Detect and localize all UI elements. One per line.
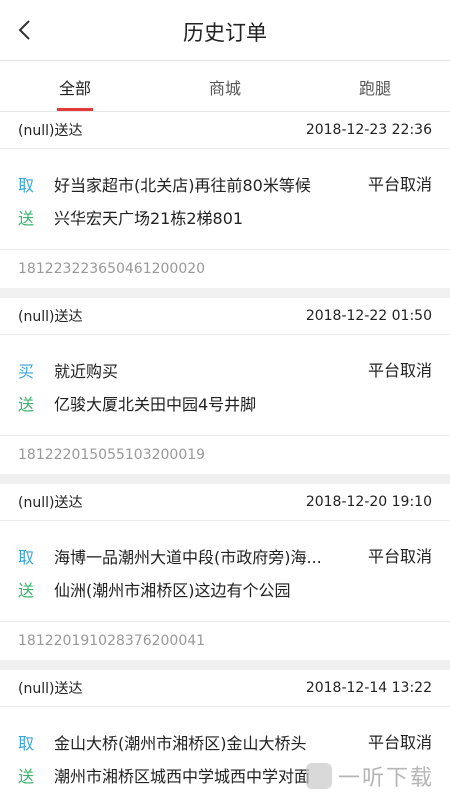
watermark: 一听下载 [305,760,434,792]
pickup-tag: 取 [18,175,35,195]
order-card[interactable]: (null)送达 2018-12-22 01:50 买 就近购买 送 亿骏大厦北… [0,298,450,474]
pickup-address: 就近购买 [54,361,119,381]
watermark-text: 一听下载 [337,766,434,791]
order-body: 取 海博一品潮州大道中段(市政府旁)海... 送 仙洲(潮州市湘桥区)这边有个公… [0,521,450,622]
pickup-tag: 取 [18,733,35,753]
tab-label: 商城 [208,79,241,98]
order-type: (null)送达 [18,681,83,697]
active-tab-indicator [57,108,93,111]
order-header: (null)送达 2018-12-20 19:10 [0,484,450,521]
tab-bar: 全部 商城 跑腿 [0,60,450,112]
deliver-tag: 送 [18,208,35,228]
order-number: 181222015055103200019 [18,447,206,463]
deliver-address: 亿骏大厦北关田中园4号井脚 [54,394,257,414]
deliver-tag: 送 [18,766,35,786]
order-time: 2018-12-22 01:50 [305,308,432,324]
order-status: 平台取消 [367,547,432,566]
order-status: 平台取消 [367,361,432,380]
order-list: (null)送达 2018-12-23 22:36 取 好当家超市(北关店)再往… [0,112,450,800]
order-number: 181223223650461200020 [18,261,206,277]
watermark-logo-icon [305,763,332,789]
pickup-address: 好当家超市(北关店)再往前80米等候 [54,175,311,195]
order-time: 2018-12-23 22:36 [305,122,432,138]
page-title: 历史订单 [183,21,267,45]
order-type: (null)送达 [18,309,83,325]
tab-all[interactable]: 全部 [0,61,150,111]
order-type: (null)送达 [18,123,83,139]
order-type: (null)送达 [18,495,83,511]
tab-mall[interactable]: 商城 [150,61,300,111]
order-body: 买 就近购买 送 亿骏大厦北关田中园4号井脚 平台取消 [0,335,450,436]
order-time: 2018-12-14 13:22 [305,680,432,696]
pickup-tag: 取 [18,547,35,567]
tab-errand[interactable]: 跑腿 [300,61,450,111]
buy-tag: 买 [18,361,35,381]
tab-label: 跑腿 [358,79,391,98]
order-number: 181220191028376200041 [18,633,206,649]
order-time: 2018-12-20 19:10 [305,494,432,510]
order-header: (null)送达 2018-12-23 22:36 [0,112,450,149]
order-body: 取 好当家超市(北关店)再往前80米等候 送 兴华宏天广场21栋2梯801 平台… [0,149,450,250]
deliver-tag: 送 [18,580,35,600]
order-card[interactable]: (null)送达 2018-12-20 19:10 取 海博一品潮州大道中段(市… [0,484,450,660]
order-status: 平台取消 [367,733,432,752]
pickup-address: 金山大桥(潮州市湘桥区)金山大桥头 [54,733,307,753]
order-status: 平台取消 [367,175,432,194]
tab-label: 全部 [58,79,91,98]
pickup-address: 海博一品潮州大道中段(市政府旁)海... [54,547,322,567]
deliver-address: 兴华宏天广场21栋2梯801 [54,208,244,228]
order-card[interactable]: (null)送达 2018-12-23 22:36 取 好当家超市(北关店)再往… [0,112,450,288]
order-header: (null)送达 2018-12-14 13:22 [0,670,450,707]
order-header: (null)送达 2018-12-22 01:50 [0,298,450,335]
deliver-address: 仙洲(潮州市湘桥区)这边有个公园 [54,580,291,600]
deliver-tag: 送 [18,394,35,414]
nav-bar: 历史订单 [0,0,450,60]
